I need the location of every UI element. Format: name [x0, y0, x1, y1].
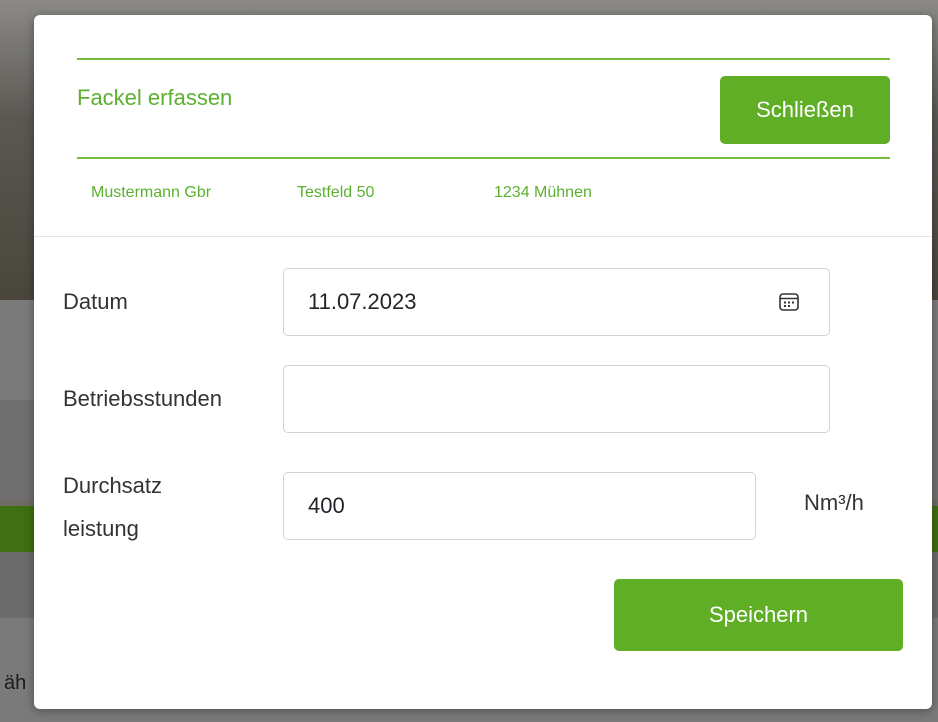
header-top-rule [77, 58, 890, 60]
hours-input[interactable] [283, 365, 830, 433]
calendar-icon[interactable] [778, 291, 800, 313]
rate-label-line2: leistung [63, 516, 139, 541]
rate-input[interactable] [283, 472, 756, 540]
date-input[interactable] [283, 268, 830, 336]
header-divider [34, 236, 932, 237]
rate-unit: Nm³/h [804, 490, 864, 515]
fackel-modal: Fackel erfassen Schließen Mustermann Gbr… [34, 15, 932, 709]
hours-label: Betriebsstunden [63, 386, 222, 411]
date-label: Datum [63, 289, 128, 314]
close-button[interactable]: Schließen [720, 76, 890, 144]
save-button[interactable]: Speichern [614, 579, 903, 651]
header-bottom-rule [77, 157, 890, 159]
address-city: 1234 Mühnen [494, 184, 592, 201]
modal-title: Fackel erfassen [77, 85, 233, 110]
address-street: Testfeld 50 [297, 184, 375, 201]
backdrop-partial-text: äh [4, 672, 27, 694]
address-name: Mustermann Gbr [91, 184, 212, 201]
rate-label-line1: Durchsatz [63, 473, 163, 498]
